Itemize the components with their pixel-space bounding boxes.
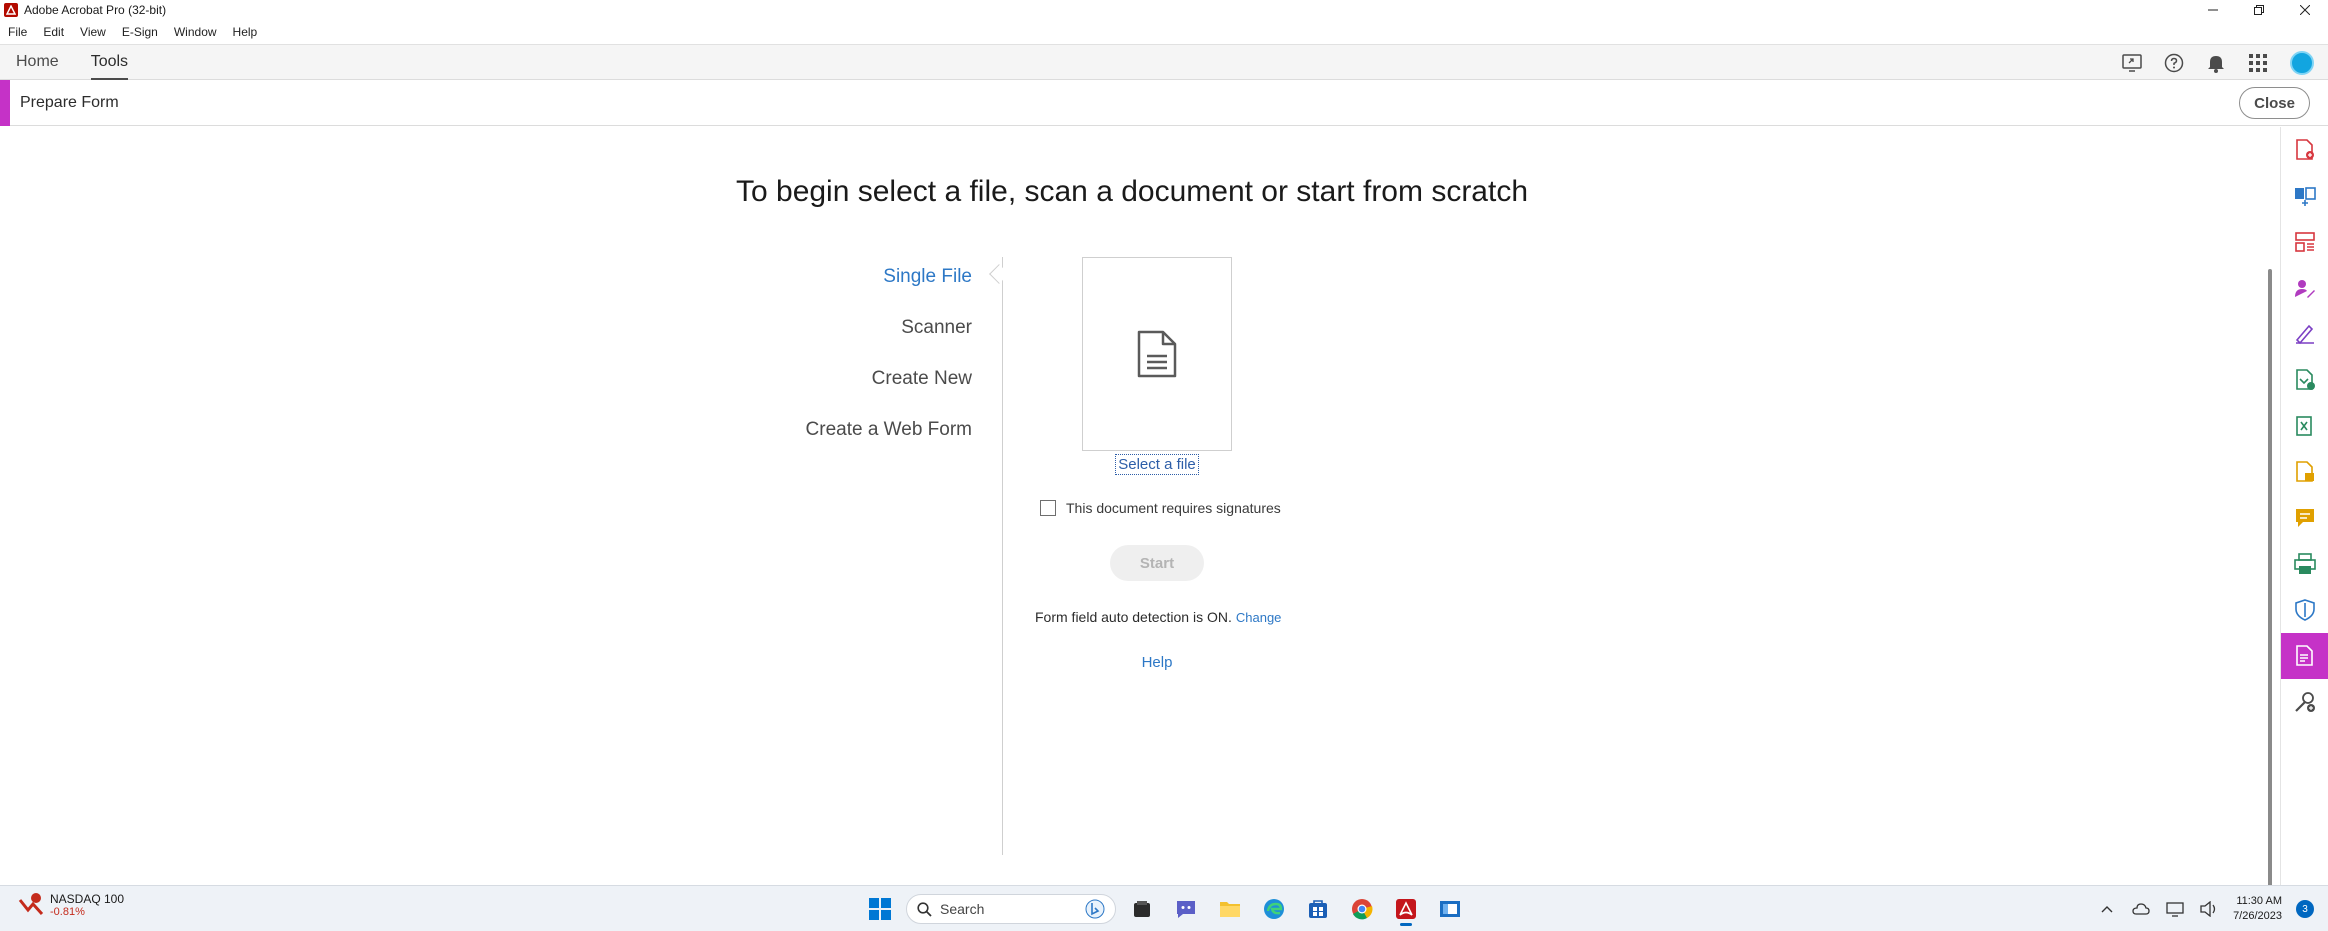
tool-title: Prepare Form <box>20 93 119 111</box>
combine-files-icon[interactable] <box>2281 173 2328 219</box>
tool-accent-bar <box>0 79 10 126</box>
start-button[interactable]: Start <box>1110 545 1204 581</box>
window-title: Adobe Acrobat Pro (32-bit) <box>24 3 167 17</box>
help-link[interactable]: Help <box>1082 654 1232 671</box>
close-window-button[interactable] <box>2282 0 2328 20</box>
taskbar: NASDAQ 100 -0.81% Search 11:30 AM 7/26/2… <box>0 885 2328 931</box>
auto-detection-row: Form field auto detection is ON. Change <box>1035 609 1281 625</box>
stock-change: -0.81% <box>50 906 85 918</box>
chevron-up-icon[interactable] <box>2097 899 2117 919</box>
help-icon[interactable] <box>2164 53 2184 73</box>
signatures-row: This document requires signatures <box>1040 500 1281 516</box>
menu-help[interactable]: Help <box>225 25 266 39</box>
taskbar-search[interactable]: Search <box>906 894 1116 924</box>
volume-icon[interactable] <box>2199 899 2219 919</box>
main-panel: To begin select a file, scan a document … <box>0 127 2280 931</box>
edge-icon[interactable] <box>1256 892 1292 926</box>
divider-notch <box>989 264 1009 284</box>
change-link[interactable]: Change <box>1236 610 1282 625</box>
export-pdf-icon[interactable] <box>2281 403 2328 449</box>
stock-down-icon <box>18 893 44 916</box>
comment-icon[interactable] <box>2281 495 2328 541</box>
option-scanner[interactable]: Scanner <box>806 316 972 367</box>
clock-time: 11:30 AM <box>2236 895 2282 907</box>
scan-ocr-icon[interactable] <box>2281 449 2328 495</box>
teams-chat-icon[interactable] <box>1168 892 1204 926</box>
menu-edit[interactable]: Edit <box>35 25 72 39</box>
file-drop-box[interactable] <box>1082 257 1232 451</box>
search-placeholder: Search <box>940 901 985 917</box>
option-create-web-form[interactable]: Create a Web Form <box>806 418 972 469</box>
system-tray: 11:30 AM 7/26/2023 3 <box>2097 892 2314 926</box>
option-create-new[interactable]: Create New <box>806 367 972 418</box>
tool-header: Prepare Form Close <box>0 79 2328 126</box>
bing-icon <box>1085 899 1105 919</box>
document-icon <box>1137 330 1177 378</box>
organize-pages-icon[interactable] <box>2281 219 2328 265</box>
prepare-form-icon[interactable] <box>2281 633 2328 679</box>
windows-start-icon[interactable] <box>862 892 898 926</box>
store-icon[interactable] <box>1300 892 1336 926</box>
signatures-label: This document requires signatures <box>1066 500 1281 516</box>
fill-sign-icon[interactable] <box>2281 311 2328 357</box>
chrome-icon[interactable] <box>1344 892 1380 926</box>
notification-badge[interactable]: 3 <box>2296 900 2314 918</box>
search-icon <box>917 901 932 917</box>
network-icon[interactable] <box>2165 899 2185 919</box>
bell-icon[interactable] <box>2206 53 2226 73</box>
minimize-button[interactable] <box>2190 0 2236 20</box>
menu-view[interactable]: View <box>72 25 114 39</box>
menu-window[interactable]: Window <box>166 25 225 39</box>
close-tool-button[interactable]: Close <box>2239 87 2310 119</box>
protect-icon[interactable] <box>2281 587 2328 633</box>
source-options: Single File Scanner Create New Create a … <box>806 265 972 469</box>
more-tools-icon[interactable] <box>2281 679 2328 725</box>
menu-file[interactable]: File <box>0 25 35 39</box>
select-file-link[interactable]: Select a file <box>1115 454 1199 475</box>
acrobat-logo-icon <box>4 3 18 17</box>
option-single-file[interactable]: Single File <box>806 265 972 316</box>
print-production-icon[interactable] <box>2281 541 2328 587</box>
edit-pdf-icon[interactable] <box>2281 357 2328 403</box>
folder-icon[interactable] <box>1212 892 1248 926</box>
app-window-icon[interactable] <box>1432 892 1468 926</box>
apps-grid-icon[interactable] <box>2248 53 2268 73</box>
clock-date: 7/26/2023 <box>2233 910 2282 922</box>
request-esign-icon[interactable] <box>2281 265 2328 311</box>
tab-tools[interactable]: Tools <box>75 44 144 80</box>
scrollbar[interactable] <box>2268 269 2272 931</box>
page-title: To begin select a file, scan a document … <box>735 175 1529 208</box>
avatar[interactable] <box>2290 51 2314 75</box>
menu-esign[interactable]: E-Sign <box>114 25 166 39</box>
restore-button[interactable] <box>2236 0 2282 20</box>
cloud-icon[interactable] <box>2131 899 2151 919</box>
stock-name: NASDAQ 100 <box>50 892 125 906</box>
auto-detection-text: Form field auto detection is ON. <box>1035 609 1232 625</box>
menu-bar: File Edit View E-Sign Window Help <box>0 22 265 42</box>
taskbar-apps: Search <box>862 892 1468 926</box>
clock[interactable]: 11:30 AM 7/26/2023 <box>2233 894 2282 924</box>
title-bar: Adobe Acrobat Pro (32-bit) <box>0 0 2328 20</box>
file-explorer-dark-icon[interactable] <box>1124 892 1160 926</box>
divider <box>1002 257 1003 855</box>
signatures-checkbox[interactable] <box>1040 500 1056 516</box>
create-pdf-icon[interactable] <box>2281 127 2328 173</box>
stock-widget[interactable]: NASDAQ 100 -0.81% <box>18 892 124 918</box>
share-screen-icon[interactable] <box>2122 53 2142 73</box>
top-nav: Home Tools <box>0 44 2328 80</box>
acrobat-icon[interactable] <box>1388 892 1424 926</box>
tool-rail <box>2280 127 2328 885</box>
tab-home[interactable]: Home <box>0 44 75 80</box>
